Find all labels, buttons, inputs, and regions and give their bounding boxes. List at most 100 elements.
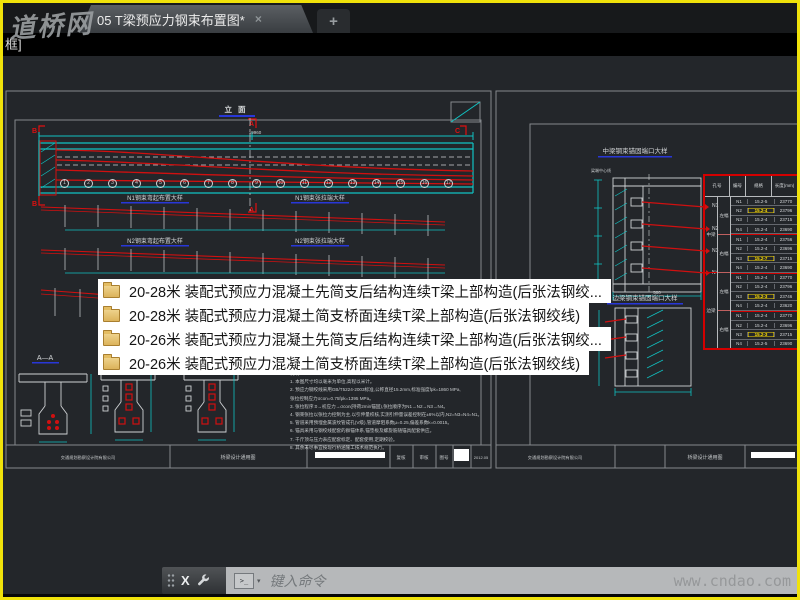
header-number: 编号 (729, 176, 745, 196)
table-rows: N1 15.2-5 23770 N2 15.2-4 23796 N3 15.2-… (730, 197, 797, 348)
tendon-schedule-table: 孔号 编号 规格 长度(mm) 中梁 边梁 左幅 右幅 左幅 右幅 N1 15.2-5 … (703, 174, 797, 350)
side-group-column: 左幅 右幅 左幅 右幅 (717, 197, 730, 348)
table-row: N4 15.2-4 23620 (731, 301, 797, 311)
file-list-item[interactable]: 20-26米 装配式预应力混凝土简支桥面连续T梁上部构造(后张法钢绞线) (98, 351, 590, 375)
n1-right-underline (291, 202, 349, 204)
table-row: N4 15.2-4 23690 (731, 263, 797, 273)
axis-number-circle: 16 (420, 179, 429, 188)
n2-right-underline (291, 245, 349, 247)
table-row: N4 15.2-5 23690 (736, 341, 793, 347)
detail1-title: 中梁钢束锚固端口大样 (603, 146, 669, 155)
section-aa-label: A—A (37, 355, 54, 362)
command-bar-handle-section: X (162, 567, 226, 594)
file-list-item-label: 20-28米 装配式预应力混凝土先简支后结构连续T梁上部构造(后张法钢绞... (129, 284, 602, 301)
cross-section-3-ducts (201, 383, 223, 425)
axis-number-circle: 15 (396, 179, 405, 188)
command-input-section[interactable]: >_ ▾ 键入命令 www.cndao.com (226, 567, 797, 594)
titleblock-title-redacted (315, 452, 385, 458)
n1-left-underline (121, 202, 189, 204)
cross-section-1-dims (39, 374, 92, 443)
cross-section-2 (100, 371, 156, 433)
titleblock-org-right: 交通规划勘察设计院有限公司 (528, 454, 582, 461)
beam-group-cell: 边梁 (705, 272, 717, 348)
detail1-underline (598, 156, 672, 158)
tendon-profile-2 (40, 248, 446, 279)
folder-icon (103, 329, 120, 346)
table-row: N1 15.2-4 23770 (731, 272, 797, 283)
table-row: N2 15.2-4 23796 (731, 206, 797, 216)
side-group-cell: 右幅 (718, 234, 730, 272)
anchor-end-detail-1 (594, 174, 710, 300)
axis-number-circle: 13 (348, 179, 357, 188)
n2-left-label: N2钢束弯起布置大样 (127, 237, 183, 245)
file-list-item[interactable]: 20-28米 装配式预应力混凝土简支桥面连续T梁上部构造(后张法钢绞线) (98, 303, 590, 327)
axis-number-circle: 8 (228, 179, 237, 188)
command-input-placeholder[interactable]: 键入命令 (270, 571, 326, 591)
table-row: N3 15.2-3 23715 (731, 330, 797, 340)
axis-number-circle: 6 (180, 179, 189, 188)
note-line: 1. 本图尺寸均以毫米为单位,高程以米计。 (290, 379, 375, 385)
new-tab-button[interactable]: + (317, 9, 350, 33)
table-row: N2 15.2-4 23796 (731, 283, 797, 293)
elevation-title-underline (219, 115, 255, 117)
close-command-bar-icon[interactable]: X (181, 573, 190, 588)
section-markers: B A C B A (32, 121, 460, 214)
table-row: N1 15.2-4 23756 (731, 234, 797, 245)
axis-number-circle: 10 (276, 179, 285, 188)
plus-icon: + (329, 12, 338, 30)
note-line: 张拉控制应力σcon=0.75fpk=1395 MPa。 (290, 395, 374, 401)
folder-icon (103, 305, 120, 322)
file-list-item-label: 20-28米 装配式预应力混凝土简支桥面连续T梁上部构造(后张法钢绞线) (129, 308, 581, 325)
file-list-item[interactable]: 20-28米 装配式预应力混凝土先简支后结构连续T梁上部构造(后张法钢绞... (98, 279, 611, 303)
file-list-item-label: 20-26米 装配式预应力混凝土先简支后结构连续T梁上部构造(后张法钢绞... (129, 332, 602, 349)
drag-grip-icon[interactable] (167, 572, 175, 589)
file-list-item[interactable]: 20-26米 装配式预应力混凝土先简支后结构连续T梁上部构造(后张法钢绞... (98, 327, 611, 351)
beam-dashed-lines (57, 156, 473, 166)
tab-close-icon[interactable]: × (255, 12, 262, 26)
drawing-tab[interactable]: 05 T梁预应力钢束布置图* × (79, 5, 313, 33)
header-spec: 规格 (745, 176, 771, 196)
prompt-dropdown-icon[interactable]: ▾ (257, 577, 261, 585)
titleblock-org: 交通规划勘察设计院有限公司 (61, 454, 115, 461)
header-length: 长度(mm) (771, 176, 797, 196)
header-hole: 孔号 (712, 183, 722, 188)
bottom-strip (3, 594, 797, 597)
detail1-small-label: 梁端中心线 (591, 167, 611, 173)
tendon-profile-1 (40, 205, 446, 236)
elevation-title: 立 面 (224, 104, 247, 114)
svg-text:C: C (455, 128, 460, 135)
note-line: 5. 管道采用预埋金属波纹管成孔(V级),管道摩阻系数μ=0.25,偏差系数k=… (290, 420, 452, 426)
note-line: 7. 千斤顶与压力表应配套标定、配套使用,定期校验。 (290, 436, 398, 442)
section-aa-underline (32, 362, 59, 364)
table-row: N2 15.2-4 23696 (731, 245, 797, 254)
table-header: 孔号 编号 规格 长度(mm) (705, 176, 797, 197)
cross-section-3-dims (198, 372, 235, 441)
titleblock-sheetno: 图号 (440, 455, 449, 461)
note-line: 8. 其余未尽事宜按现行桥涵施工技术规范执行。 (290, 444, 387, 450)
n1-left-label: N1钢束弯起布置大样 (127, 194, 183, 202)
table-row: N3 15.2-7 23715 (731, 254, 797, 264)
svg-text:B: B (32, 128, 37, 135)
note-line: 2. 预应力钢绞线采用GB/T5224-2003标准,公称直径15.2mm,标准… (290, 387, 461, 393)
axis-number-circle: 3 (108, 179, 117, 188)
titleblock-review: 审核 (420, 454, 429, 461)
tab-bar: 05 T梁预应力钢束布置图* × + (3, 3, 797, 34)
span-dim-text: 19960 (249, 130, 262, 135)
table-row: N4 15.2-4 23690 (731, 225, 797, 235)
axis-number-circle: 11 (300, 179, 309, 188)
beam-group-cell: 中梁 (706, 231, 716, 237)
prompt-icon[interactable]: >_ (234, 572, 254, 589)
titleblock-date: 2012.05 (474, 455, 489, 460)
axis-number-circle: 7 (204, 179, 213, 188)
cross-section-2-ducts (118, 383, 140, 425)
n1-right-label: N1钢束张拉端大样 (295, 194, 345, 202)
n2-left-underline (121, 245, 189, 247)
axis-number-circle: 1 (60, 179, 69, 188)
note-line: 4. 钢束张拉以张拉力控制为主,以引伸量校核,实测引伸量误差控制在±6%以内,N… (290, 412, 483, 418)
axis-number-circle: 12 (324, 179, 333, 188)
wrench-icon[interactable] (196, 573, 211, 588)
side-group-cell: 左幅 (719, 212, 729, 218)
cross-section-1-tendons (47, 414, 59, 430)
table-row: N3 15.2-4 23715 (731, 216, 797, 225)
note-line: 6. 锚具采用与钢绞线配套的群锚体系,锚垫板及螺旋筋随锚具配套供应。 (290, 428, 435, 434)
